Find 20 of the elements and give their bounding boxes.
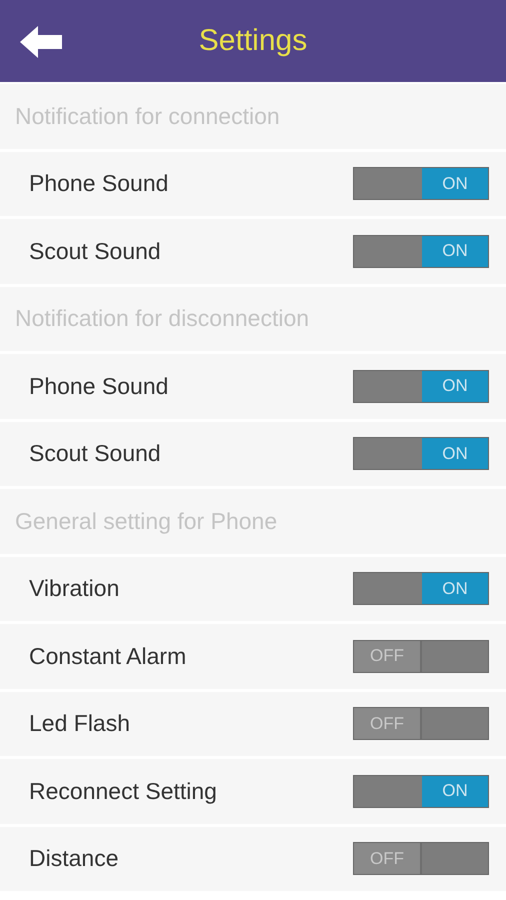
setting-label: Constant Alarm	[29, 642, 186, 670]
toggle-switch[interactable]: ON	[353, 234, 489, 268]
setting-label: Reconnect Setting	[29, 778, 217, 805]
setting-label: Led Flash	[29, 710, 130, 738]
toggle-switch[interactable]: ON	[353, 437, 489, 470]
setting-label: Scout Sound	[29, 440, 161, 468]
screen-title: Settings	[198, 24, 308, 58]
setting-label: Distance	[29, 845, 118, 872]
toggle-switch[interactable]: OFF	[353, 707, 489, 740]
setting-label: Phone Sound	[29, 170, 168, 198]
toggle-switch[interactable]: OFF	[353, 640, 489, 673]
setting-label: Scout Sound	[29, 238, 161, 265]
back-arrow-icon[interactable]	[20, 26, 64, 58]
toggle-switch[interactable]: ON	[353, 572, 489, 606]
toggle-switch[interactable]: ON	[353, 370, 489, 403]
setting-label: Phone Sound	[29, 372, 168, 400]
setting-label: Vibration	[29, 575, 120, 602]
toggle-switch[interactable]: ON	[353, 167, 489, 200]
toggle-switch[interactable]: ON	[353, 774, 489, 808]
toggle-switch[interactable]: OFF	[353, 842, 489, 876]
